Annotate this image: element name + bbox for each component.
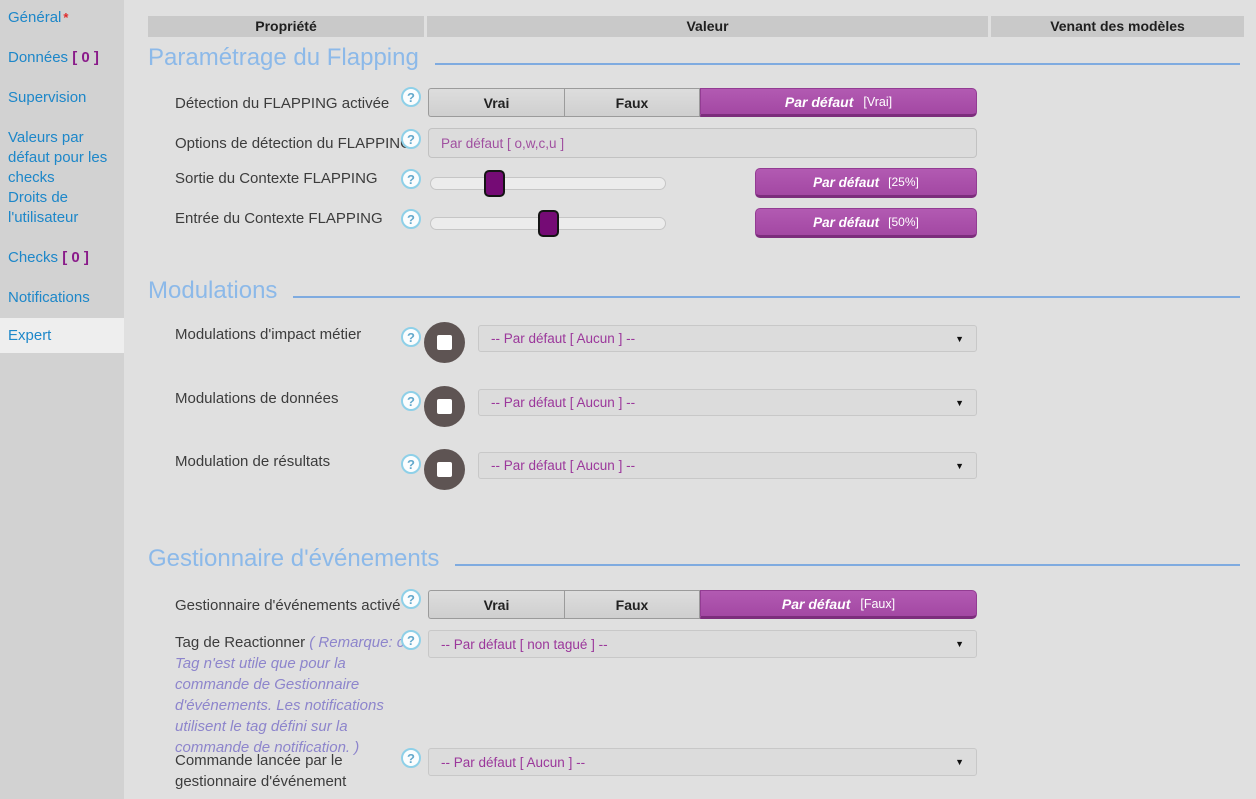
stop-icon: [437, 462, 452, 477]
help-icon[interactable]: ?: [401, 169, 421, 189]
row-label-entree-contexte: Entrée du Contexte FLAPPING: [175, 210, 383, 227]
sidebar-item-label: Supervision: [8, 89, 86, 106]
dropdown-value: -- Par défaut [ Aucun ] --: [491, 331, 955, 346]
dropdown-tag-reactionner[interactable]: -- Par défaut [ non tagué ] -- ▼: [428, 630, 977, 658]
slider-entree-contexte[interactable]: [430, 217, 666, 230]
sidebar-item-label: Droits de l'utilisateur: [8, 189, 78, 226]
sidebar-item-droits-utilisateur[interactable]: Droits de l'utilisateur: [0, 186, 124, 230]
toggle-detection-flapping: Vrai Faux Par défaut [Vrai]: [428, 88, 977, 117]
row-label-tag-reactionner: Tag de Reactionner ( Remarque: ce Tag n'…: [175, 632, 413, 758]
toggle-option-par-defaut[interactable]: Par défaut [Vrai]: [700, 88, 977, 117]
row-label-note: ( Remarque: ce Tag n'est utile que pour …: [175, 634, 413, 756]
sidebar: Général* Données [ 0 ] Supervision Valeu…: [0, 0, 124, 799]
help-icon[interactable]: ?: [401, 589, 421, 609]
section-rule: [435, 63, 1240, 65]
sidebar-item-label: Expert: [8, 327, 51, 344]
help-icon[interactable]: ?: [401, 129, 421, 149]
help-icon[interactable]: ?: [401, 630, 421, 650]
section-heading-flapping: Paramétrage du Flapping: [148, 42, 1240, 74]
help-icon[interactable]: ?: [401, 327, 421, 347]
default-button-value: [50%]: [888, 215, 919, 229]
stop-icon: [437, 335, 452, 350]
chevron-down-icon: ▼: [955, 757, 964, 767]
sidebar-item-valeurs-defaut-checks[interactable]: Valeurs par défaut pour les checks: [0, 126, 124, 190]
toggle-option-vrai[interactable]: Vrai: [428, 88, 564, 117]
sidebar-item-label: Général: [8, 9, 61, 26]
flap-options-input[interactable]: [428, 128, 977, 158]
row-label-text: Tag de Reactionner: [175, 634, 305, 651]
chevron-down-icon: ▼: [955, 398, 964, 408]
stop-icon-button[interactable]: [424, 386, 465, 427]
row-label-gestionnaire-active: Gestionnaire d'événements activé: [175, 597, 401, 614]
sidebar-item-expert[interactable]: Expert: [0, 318, 124, 353]
section-title: Gestionnaire d'événements: [148, 545, 439, 573]
sidebar-item-label: Valeurs par défaut pour les checks: [8, 129, 107, 186]
row-label-sortie-contexte: Sortie du Contexte FLAPPING: [175, 170, 378, 187]
dropdown-value: -- Par défaut [ Aucun ] --: [491, 458, 955, 473]
dropdown-commande-gestionnaire[interactable]: -- Par défaut [ Aucun ] -- ▼: [428, 748, 977, 776]
section-rule: [293, 296, 1240, 298]
chevron-down-icon: ▼: [955, 639, 964, 649]
section-heading-modulations: Modulations: [148, 275, 1240, 307]
sidebar-item-general[interactable]: Général*: [0, 6, 124, 30]
row-label-modulations-impact: Modulations d'impact métier: [175, 326, 361, 343]
help-icon[interactable]: ?: [401, 87, 421, 107]
toggle-selected-label: Par défaut: [785, 94, 853, 110]
help-icon[interactable]: ?: [401, 748, 421, 768]
column-header-propriete: Propriété: [148, 16, 424, 37]
slider-handle[interactable]: [484, 170, 505, 197]
help-icon[interactable]: ?: [401, 391, 421, 411]
host-config-expert-page: Général* Données [ 0 ] Supervision Valeu…: [0, 0, 1256, 799]
row-label-modulation-resultats: Modulation de résultats: [175, 453, 330, 470]
row-label-modulations-donnees: Modulations de données: [175, 390, 338, 407]
row-label-detection-flapping: Détection du FLAPPING activée: [175, 95, 389, 112]
section-rule: [455, 564, 1240, 566]
sidebar-item-checks[interactable]: Checks [ 0 ]: [0, 246, 124, 270]
section-title: Modulations: [148, 277, 277, 305]
row-label-commande-gestionnaire: Commande lancée par le gestionnaire d'év…: [175, 750, 403, 792]
toggle-option-par-defaut[interactable]: Par défaut [Faux]: [700, 590, 977, 619]
default-button-label: Par défaut: [813, 215, 879, 230]
dropdown-value: -- Par défaut [ Aucun ] --: [491, 395, 955, 410]
count-badge: [ 0 ]: [62, 249, 89, 266]
help-icon[interactable]: ?: [401, 209, 421, 229]
slider-handle[interactable]: [538, 210, 559, 237]
sidebar-item-label: Checks: [8, 249, 58, 266]
help-icon[interactable]: ?: [401, 454, 421, 474]
dropdown-modulations-donnees[interactable]: -- Par défaut [ Aucun ] -- ▼: [478, 389, 977, 416]
stop-icon-button[interactable]: [424, 322, 465, 363]
toggle-option-faux[interactable]: Faux: [564, 88, 700, 117]
toggle-option-vrai[interactable]: Vrai: [428, 590, 564, 619]
toggle-gestionnaire-active: Vrai Faux Par défaut [Faux]: [428, 590, 977, 619]
default-button-label: Par défaut: [813, 175, 879, 190]
dropdown-value: -- Par défaut [ non tagué ] --: [441, 637, 955, 652]
dropdown-modulations-impact[interactable]: -- Par défaut [ Aucun ] -- ▼: [478, 325, 977, 352]
sidebar-item-label: Données: [8, 49, 68, 66]
sidebar-item-notifications[interactable]: Notifications: [0, 286, 124, 310]
column-header-valeur: Valeur: [427, 16, 988, 37]
toggle-selected-value: [Vrai]: [863, 95, 892, 109]
sidebar-item-label: Notifications: [8, 289, 90, 306]
section-title: Paramétrage du Flapping: [148, 44, 419, 72]
toggle-selected-label: Par défaut: [782, 596, 850, 612]
slider-sortie-contexte[interactable]: [430, 177, 666, 190]
sidebar-item-donnees[interactable]: Données [ 0 ]: [0, 46, 124, 70]
chevron-down-icon: ▼: [955, 461, 964, 471]
dropdown-modulation-resultats[interactable]: -- Par défaut [ Aucun ] -- ▼: [478, 452, 977, 479]
row-label-options-detection: Options de détection du FLAPPING: [175, 135, 412, 152]
default-button-entree-contexte[interactable]: Par défaut [50%]: [755, 208, 977, 238]
chevron-down-icon: ▼: [955, 334, 964, 344]
required-marker: *: [63, 10, 68, 25]
toggle-selected-value: [Faux]: [860, 597, 895, 611]
toggle-option-faux[interactable]: Faux: [564, 590, 700, 619]
count-badge: [ 0 ]: [72, 49, 99, 66]
dropdown-value: -- Par défaut [ Aucun ] --: [441, 755, 955, 770]
section-heading-gestionnaire: Gestionnaire d'événements: [148, 543, 1240, 575]
default-button-sortie-contexte[interactable]: Par défaut [25%]: [755, 168, 977, 198]
stop-icon: [437, 399, 452, 414]
stop-icon-button[interactable]: [424, 449, 465, 490]
sidebar-item-supervision[interactable]: Supervision: [0, 86, 124, 110]
column-header-venant-des-modeles: Venant des modèles: [991, 16, 1244, 37]
default-button-value: [25%]: [888, 175, 919, 189]
